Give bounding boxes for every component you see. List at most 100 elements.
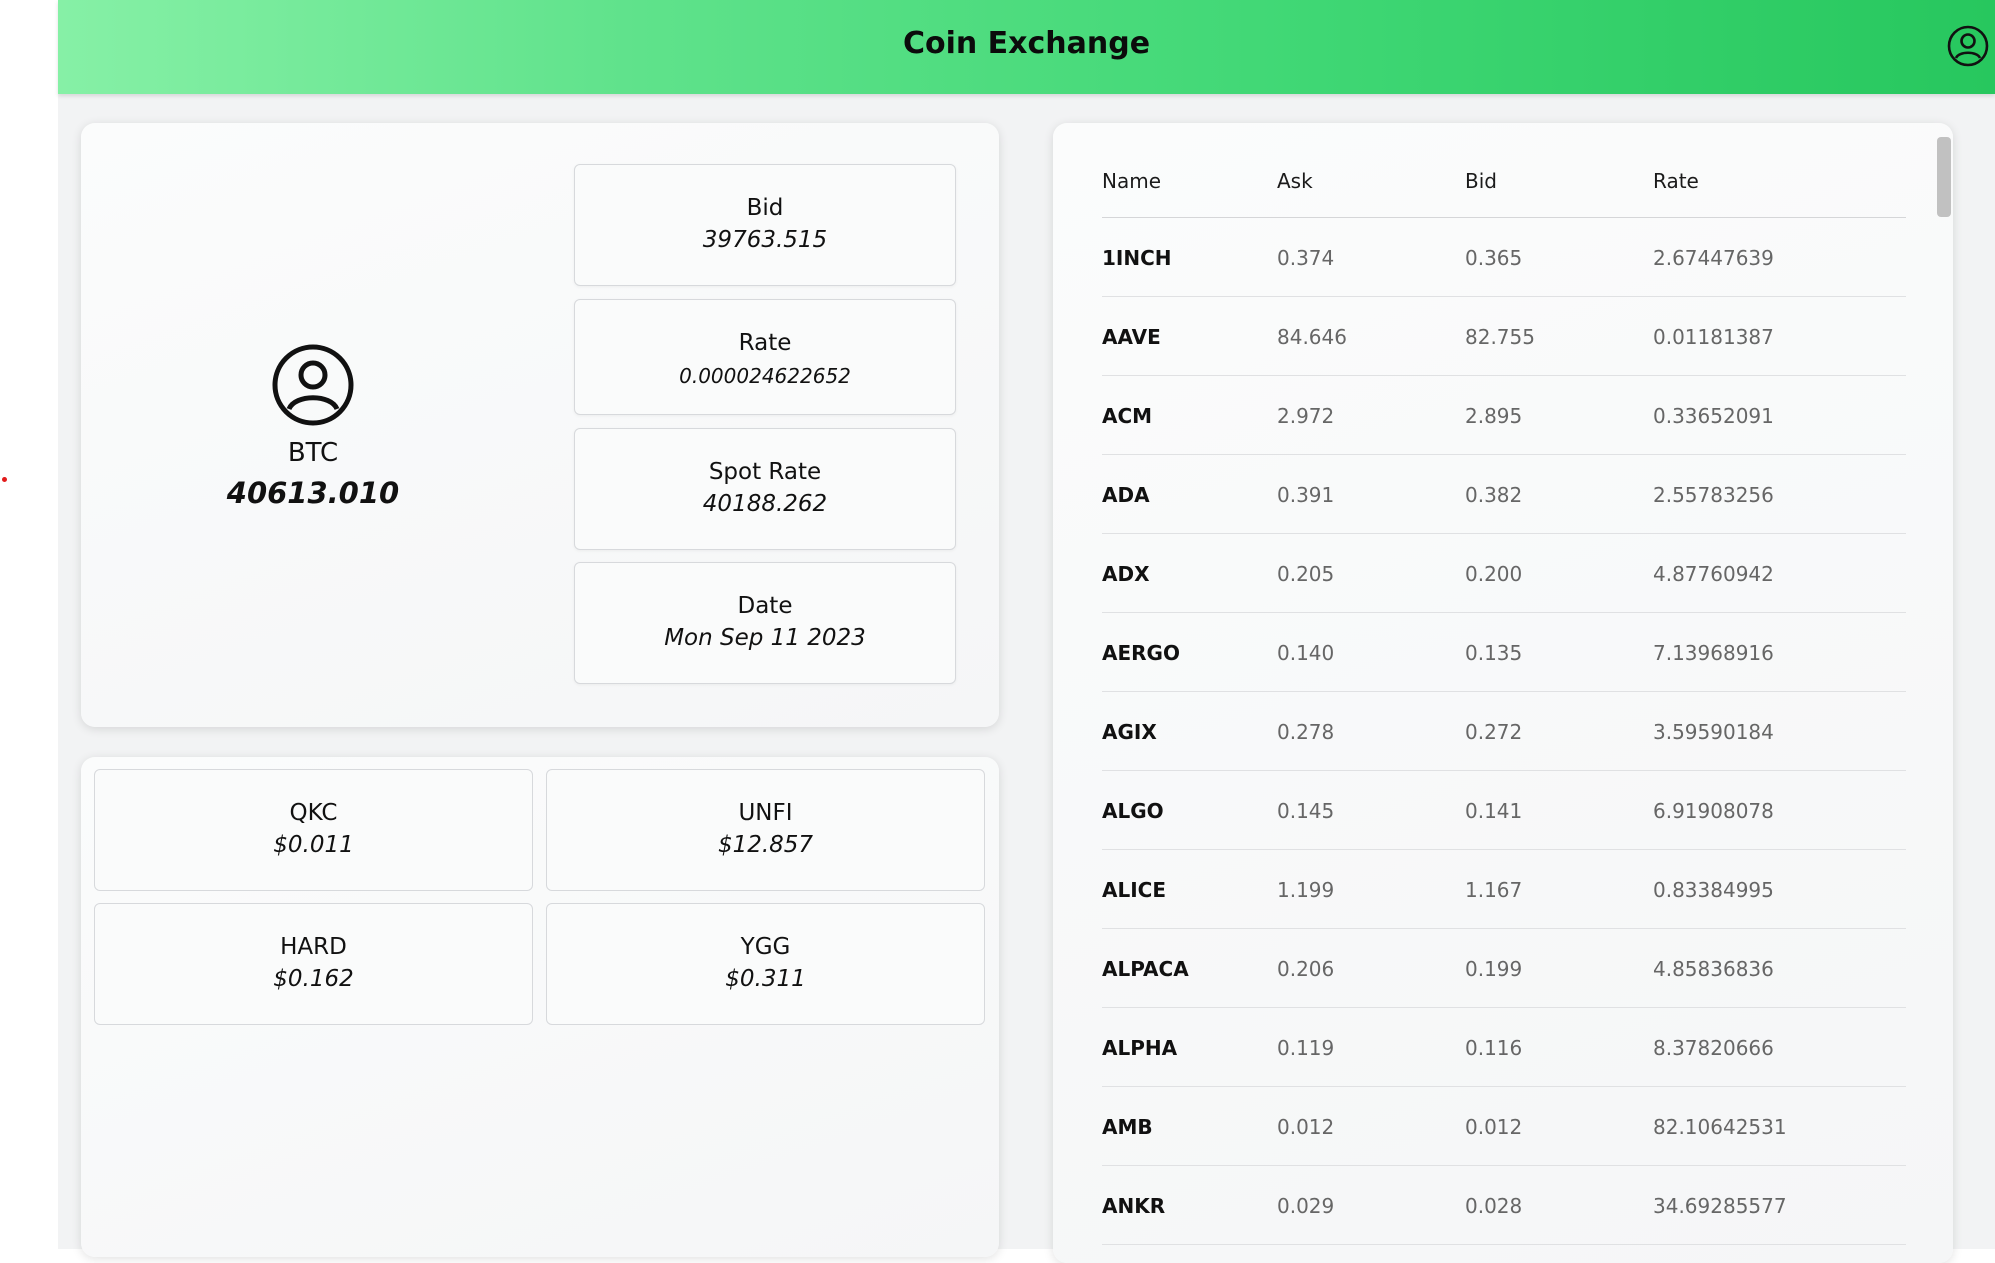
- cell-rate: 4.87760942: [1653, 562, 1774, 586]
- table-row[interactable]: AERGO 0.140 0.135 7.13968916: [1102, 613, 1906, 692]
- cell-ask: 2.972: [1277, 404, 1335, 428]
- mini-coins-card: QKC $0.011 UNFI $12.857 HARD $0.162 YGG …: [81, 757, 999, 1257]
- rate-value: 0.000024622652: [679, 364, 851, 388]
- mini-coin-box[interactable]: YGG $0.311: [546, 903, 985, 1025]
- table-row[interactable]: ACM 2.972 2.895 0.33652091: [1102, 376, 1906, 455]
- bid-label: Bid: [746, 195, 784, 221]
- cell-ask: 0.140: [1277, 641, 1335, 665]
- rate-label: Rate: [738, 330, 792, 356]
- app-title: Coin Exchange: [902, 26, 1151, 61]
- cell-ask: 0.278: [1277, 720, 1335, 744]
- column-header-name[interactable]: Name: [1102, 169, 1161, 193]
- cell-bid: 2.895: [1465, 404, 1523, 428]
- cell-ask: 0.029: [1277, 1194, 1335, 1218]
- spot-rate-label: Spot Rate: [708, 459, 822, 485]
- cell-name: AMB: [1102, 1115, 1153, 1139]
- mini-coin-box[interactable]: HARD $0.162: [94, 903, 533, 1025]
- mini-coin-name: QKC: [289, 800, 338, 826]
- table-row[interactable]: AGIX 0.278 0.272 3.59590184: [1102, 692, 1906, 771]
- cell-name: ADX: [1102, 562, 1150, 586]
- column-header-rate[interactable]: Rate: [1653, 169, 1699, 193]
- mini-coin-price: $0.162: [273, 966, 354, 992]
- cell-rate: 0.83384995: [1653, 878, 1774, 902]
- cell-ask: 0.012: [1277, 1115, 1335, 1139]
- table-row[interactable]: ADA 0.391 0.382 2.55783256: [1102, 455, 1906, 534]
- cell-name: AERGO: [1102, 641, 1180, 665]
- table-row[interactable]: 1INCH 0.374 0.365 2.67447639: [1102, 218, 1906, 297]
- cell-bid: 0.200: [1465, 562, 1523, 586]
- table-row[interactable]: ALICE 1.199 1.167 0.83384995: [1102, 850, 1906, 929]
- cell-name: ALPACA: [1102, 957, 1189, 981]
- mini-coin-name: HARD: [280, 934, 347, 960]
- column-header-bid[interactable]: Bid: [1465, 169, 1497, 193]
- cell-ask: 1.199: [1277, 878, 1335, 902]
- coin-detail-card: BTC 40613.010 Bid 39763.515 Rate 0.00002…: [81, 123, 999, 727]
- cell-rate: 82.10642531: [1653, 1115, 1787, 1139]
- cell-ask: 0.374: [1277, 246, 1335, 270]
- mini-coin-price: $0.011: [273, 832, 354, 858]
- cell-ask: 0.391: [1277, 483, 1335, 507]
- cell-bid: 0.199: [1465, 957, 1523, 981]
- cell-bid: 82.755: [1465, 325, 1535, 349]
- mini-coin-box[interactable]: QKC $0.011: [94, 769, 533, 891]
- cell-bid: 0.382: [1465, 483, 1523, 507]
- cell-name: ADA: [1102, 483, 1150, 507]
- cell-rate: 7.13968916: [1653, 641, 1774, 665]
- cell-rate: 0.01181387: [1653, 325, 1774, 349]
- user-circle-icon[interactable]: [1946, 24, 1990, 68]
- table-row[interactable]: ANKR 0.029 0.028 34.69285577: [1102, 1166, 1906, 1245]
- cell-rate: 2.55783256: [1653, 483, 1774, 507]
- cell-name: ANKR: [1102, 1194, 1166, 1218]
- mini-coin-box[interactable]: UNFI $12.857: [546, 769, 985, 891]
- table-row[interactable]: ALPHA 0.119 0.116 8.37820666: [1102, 1008, 1906, 1087]
- bid-box: Bid 39763.515: [574, 164, 956, 286]
- bid-value: 39763.515: [702, 227, 828, 253]
- mini-coin-price: $12.857: [717, 832, 814, 858]
- main-area: Coin Exchange BTC 40613.010 Bid 39763.51…: [58, 0, 1995, 1263]
- rate-box: Rate 0.000024622652: [574, 299, 956, 415]
- cell-rate: 3.59590184: [1653, 720, 1774, 744]
- mini-coin-name: UNFI: [738, 800, 793, 826]
- mini-coin-price: $0.311: [725, 966, 806, 992]
- date-label: Date: [737, 593, 793, 619]
- table-row[interactable]: ALGO 0.145 0.141 6.91908078: [1102, 771, 1906, 850]
- cell-bid: 0.272: [1465, 720, 1523, 744]
- table-row[interactable]: AAVE 84.646 82.755 0.01181387: [1102, 297, 1906, 376]
- cell-name: ALPHA: [1102, 1036, 1178, 1060]
- cell-name: AGIX: [1102, 720, 1157, 744]
- coin-symbol: BTC: [287, 438, 339, 468]
- coin-price: 40613.010: [226, 476, 400, 510]
- table-scrollbar[interactable]: [1937, 137, 1951, 217]
- spot-rate-value: 40188.262: [702, 491, 828, 517]
- table-row[interactable]: ALPACA 0.206 0.199 4.85836836: [1102, 929, 1906, 1008]
- cell-bid: 1.167: [1465, 878, 1523, 902]
- cell-rate: 8.37820666: [1653, 1036, 1774, 1060]
- cell-bid: 0.141: [1465, 799, 1523, 823]
- cell-ask: 0.145: [1277, 799, 1335, 823]
- rates-table-card: Name Ask Bid Rate 1INCH 0.374 0.365 2.67…: [1053, 123, 1953, 1263]
- spot-rate-box: Spot Rate 40188.262: [574, 428, 956, 550]
- table-row[interactable]: ADX 0.205 0.200 4.87760942: [1102, 534, 1906, 613]
- cell-rate: 6.91908078: [1653, 799, 1774, 823]
- column-header-ask[interactable]: Ask: [1277, 169, 1313, 193]
- left-margin: [0, 0, 58, 1249]
- cell-bid: 0.012: [1465, 1115, 1523, 1139]
- header-bar: Coin Exchange: [58, 0, 1995, 94]
- cell-bid: 0.116: [1465, 1036, 1523, 1060]
- cell-ask: 0.206: [1277, 957, 1335, 981]
- cell-bid: 0.028: [1465, 1194, 1523, 1218]
- cell-name: ACM: [1102, 404, 1153, 428]
- cell-rate: 2.67447639: [1653, 246, 1774, 270]
- cell-name: AAVE: [1102, 325, 1161, 349]
- cell-name: 1INCH: [1102, 246, 1172, 270]
- cell-bid: 0.135: [1465, 641, 1523, 665]
- date-value: Mon Sep 11 2023: [664, 625, 866, 651]
- mini-coin-name: YGG: [740, 934, 791, 960]
- cell-name: ALICE: [1102, 878, 1167, 902]
- table-row[interactable]: AMB 0.012 0.012 82.10642531: [1102, 1087, 1906, 1166]
- date-box: Date Mon Sep 11 2023: [574, 562, 956, 684]
- cell-ask: 84.646: [1277, 325, 1347, 349]
- cell-rate: 0.33652091: [1653, 404, 1774, 428]
- cell-name: ALGO: [1102, 799, 1164, 823]
- cell-rate: 4.85836836: [1653, 957, 1774, 981]
